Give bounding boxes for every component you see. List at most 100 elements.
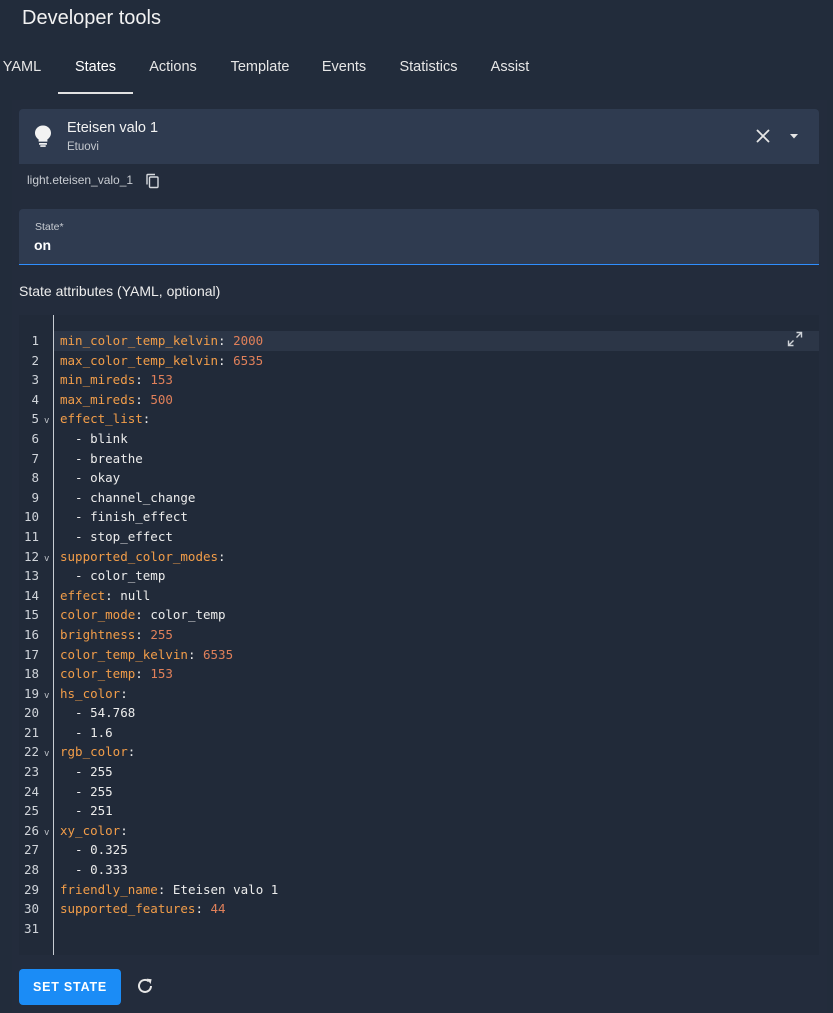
- code-line: 19 v hs_color:: [19, 684, 819, 704]
- line-number: 22: [23, 744, 39, 760]
- code-text: - 54.768: [60, 703, 135, 723]
- code-text: min_color_temp_kelvin: 2000: [60, 331, 263, 351]
- code-text: - 0.333: [60, 860, 128, 880]
- code-text: - 1.6: [60, 723, 113, 743]
- code-line: 23 - 255: [19, 762, 819, 782]
- code-text: xy_color:: [60, 821, 128, 841]
- copy-icon[interactable]: [145, 173, 160, 189]
- state-field[interactable]: State*: [19, 209, 819, 265]
- refresh-icon[interactable]: [135, 976, 155, 996]
- tab-states[interactable]: States: [58, 48, 133, 94]
- code-token: - channel_change: [60, 489, 196, 505]
- code-token: color_temp: [150, 607, 226, 623]
- line-number: 13: [23, 568, 39, 584]
- tab-yaml[interactable]: YAML: [0, 48, 44, 94]
- code-line: 6 - blink: [19, 429, 819, 449]
- page-title: Developer tools: [22, 7, 161, 29]
- code-line: 28 - 0.333: [19, 860, 819, 880]
- code-token: :: [135, 372, 151, 388]
- state-field-label: State*: [35, 221, 64, 233]
- code-token: :: [157, 881, 173, 897]
- line-number: 3: [31, 372, 39, 388]
- set-state-button[interactable]: SET STATE: [19, 969, 121, 1005]
- yaml-editor[interactable]: 1 min_color_temp_kelvin: 2000 2 max_color_t…: [19, 315, 819, 955]
- code-token: - stop_effect: [60, 528, 173, 544]
- code-token: max_mireds: [60, 391, 136, 407]
- line-number: 31: [23, 920, 39, 936]
- line-number: 1: [31, 333, 39, 348]
- entity-name: Eteisen valo 1: [67, 120, 159, 136]
- code-token: :: [135, 626, 151, 642]
- line-number: 12: [23, 548, 39, 564]
- line-number: 5: [31, 411, 39, 427]
- line-number: 10: [23, 509, 39, 525]
- code-text: friendly_name: Eteisen valo 1: [60, 880, 278, 900]
- code-token: - breathe: [60, 450, 143, 466]
- line-number: 17: [23, 646, 39, 662]
- code-token: friendly_name: [60, 881, 158, 897]
- code-token: :: [120, 685, 128, 701]
- code-line: 22 v rgb_color:: [19, 742, 819, 762]
- code-token: :: [218, 333, 234, 348]
- entity-area: Etuovi: [67, 141, 99, 153]
- code-token: - color_temp: [60, 568, 166, 584]
- tab-template[interactable]: Template: [226, 48, 294, 94]
- code-token: - finish_effect: [60, 509, 188, 525]
- tab-events[interactable]: Events: [318, 48, 370, 94]
- code-token: - blink: [60, 430, 128, 446]
- code-text: max_color_temp_kelvin: 6535: [60, 351, 263, 371]
- tab-assist[interactable]: Assist: [486, 48, 534, 94]
- code-token: - 54.768: [60, 705, 136, 721]
- code-line: 18 color_temp: 153: [19, 664, 819, 684]
- entity-picker[interactable]: Eteisen valo 1 Etuovi: [19, 109, 819, 164]
- line-number: 29: [23, 881, 39, 897]
- code-token: 153: [150, 666, 173, 682]
- code-line: 17 color_temp_kelvin: 6535: [19, 645, 819, 665]
- line-number: 14: [23, 587, 39, 603]
- code-token: color_mode: [60, 607, 136, 623]
- dropdown-arrow-icon[interactable]: [787, 129, 801, 143]
- close-icon[interactable]: [754, 127, 772, 145]
- code-text: color_temp_kelvin: 6535: [60, 645, 233, 665]
- line-number: 8: [31, 470, 39, 486]
- code-line: 24 - 255: [19, 782, 819, 802]
- code-text: - channel_change: [60, 488, 195, 508]
- code-line: 31: [19, 919, 819, 939]
- code-token: :: [120, 822, 128, 838]
- code-text: - okay: [60, 468, 120, 488]
- code-line: 7 - breathe: [19, 449, 819, 469]
- code-token: min_mireds: [60, 372, 136, 388]
- tab-bar: YAML States Actions Template Events Stat…: [0, 48, 833, 94]
- code-text: - breathe: [60, 449, 143, 469]
- code-token: - okay: [60, 470, 121, 486]
- code-token: :: [135, 391, 151, 407]
- code-text: - 255: [60, 782, 113, 802]
- tab-actions[interactable]: Actions: [145, 48, 201, 94]
- code-token: :: [195, 901, 211, 917]
- code-text: hs_color:: [60, 684, 128, 704]
- line-number: 28: [23, 862, 39, 878]
- line-number: 18: [23, 666, 39, 682]
- code-token: max_color_temp_kelvin: [60, 352, 219, 368]
- code-line: 9 - channel_change: [19, 488, 819, 508]
- code-token: :: [218, 352, 234, 368]
- line-number: 6: [31, 430, 39, 446]
- code-line: 29 friendly_name: Eteisen valo 1: [19, 880, 819, 900]
- code-token: 6535: [233, 352, 264, 368]
- code-line: 27 - 0.325: [19, 840, 819, 860]
- code-token: supported_features: [60, 901, 196, 917]
- code-token: :: [135, 666, 151, 682]
- code-line: 12 v supported_color_modes:: [19, 547, 819, 567]
- code-text: - finish_effect: [60, 507, 188, 527]
- code-line: 8 - okay: [19, 468, 819, 488]
- code-line: 30 supported_features: 44: [19, 899, 819, 919]
- code-text: - stop_effect: [60, 527, 173, 547]
- tab-statistics[interactable]: Statistics: [395, 48, 462, 94]
- line-number: 26: [23, 822, 39, 838]
- state-attributes-label: State attributes (YAML, optional): [19, 283, 221, 299]
- code-token: 255: [150, 626, 173, 642]
- state-input[interactable]: [34, 236, 794, 254]
- code-text: color_mode: color_temp: [60, 605, 226, 625]
- page-header: Developer tools: [0, 0, 833, 36]
- code-lines: 1 min_color_temp_kelvin: 2000 2 max_color_t…: [19, 331, 819, 938]
